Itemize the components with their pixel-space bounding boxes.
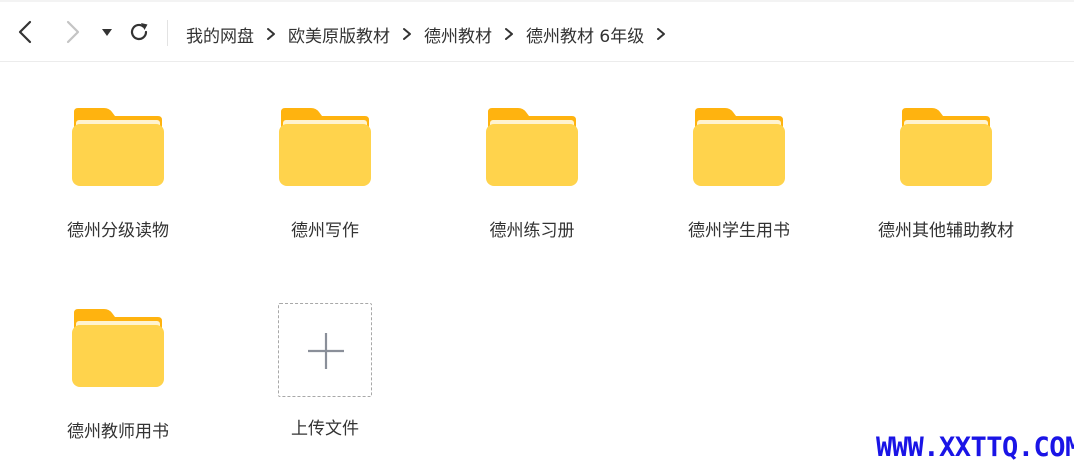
watermark-text: WWW.XXTTQ.COM <box>876 432 1074 463</box>
breadcrumb-item-root[interactable]: 我的网盘 <box>186 22 254 47</box>
breadcrumb-item-textbooks[interactable]: 欧美原版教材 <box>288 22 390 47</box>
back-button[interactable] <box>13 19 39 45</box>
upload-file-tile[interactable]: 上传文件 <box>235 303 415 439</box>
folder-name: 德州其他辅助教材 <box>878 221 1014 241</box>
folder-name: 德州写作 <box>291 221 359 241</box>
breadcrumb-separator-icon <box>644 21 678 47</box>
folder-icon <box>279 108 371 186</box>
breadcrumb-separator-icon <box>492 21 526 47</box>
toolbar-divider <box>167 20 168 46</box>
folder-name: 德州教师用书 <box>67 422 169 442</box>
forward-button[interactable] <box>59 19 85 45</box>
folder-name: 德州练习册 <box>489 221 575 241</box>
chevron-left-icon <box>18 20 32 44</box>
folder-item[interactable]: 德州学生用书 <box>649 106 829 241</box>
folder-icon <box>693 108 785 186</box>
folder-icon <box>900 108 992 186</box>
folder-item[interactable]: 德州写作 <box>235 106 415 241</box>
folder-icon <box>486 108 578 186</box>
breadcrumb-item-grade6[interactable]: 德州教材 6年级 <box>526 22 644 47</box>
caret-down-icon <box>102 29 112 36</box>
file-browser: 我的网盘 欧美原版教材 德州教材 德州教材 6年级 德州分级读物 德州写作 德州… <box>0 0 1074 470</box>
navigation-bar: 我的网盘 欧美原版教材 德州教材 德州教材 6年级 <box>0 0 1074 62</box>
folder-name: 德州分级读物 <box>67 221 169 241</box>
chevron-right-icon <box>66 20 80 44</box>
upload-label: 上传文件 <box>291 419 359 439</box>
folder-item[interactable]: 德州分级读物 <box>28 106 208 241</box>
folder-item[interactable]: 德州其他辅助教材 <box>856 106 1036 241</box>
folder-icon <box>72 309 164 387</box>
folder-icon <box>72 108 164 186</box>
breadcrumb-separator-icon <box>390 21 424 47</box>
plus-icon <box>308 333 344 369</box>
breadcrumb: 我的网盘 欧美原版教材 德州教材 德州教材 6年级 <box>186 21 678 47</box>
refresh-icon <box>130 23 148 41</box>
folder-item[interactable]: 德州练习册 <box>442 106 622 241</box>
breadcrumb-item-texas[interactable]: 德州教材 <box>424 22 492 47</box>
folder-name: 德州学生用书 <box>688 221 790 241</box>
breadcrumb-separator-icon <box>254 21 288 47</box>
history-dropdown-button[interactable] <box>96 19 118 45</box>
refresh-button[interactable] <box>126 19 152 45</box>
folder-item[interactable]: 德州教师用书 <box>28 307 208 442</box>
upload-dropzone[interactable] <box>278 303 372 397</box>
